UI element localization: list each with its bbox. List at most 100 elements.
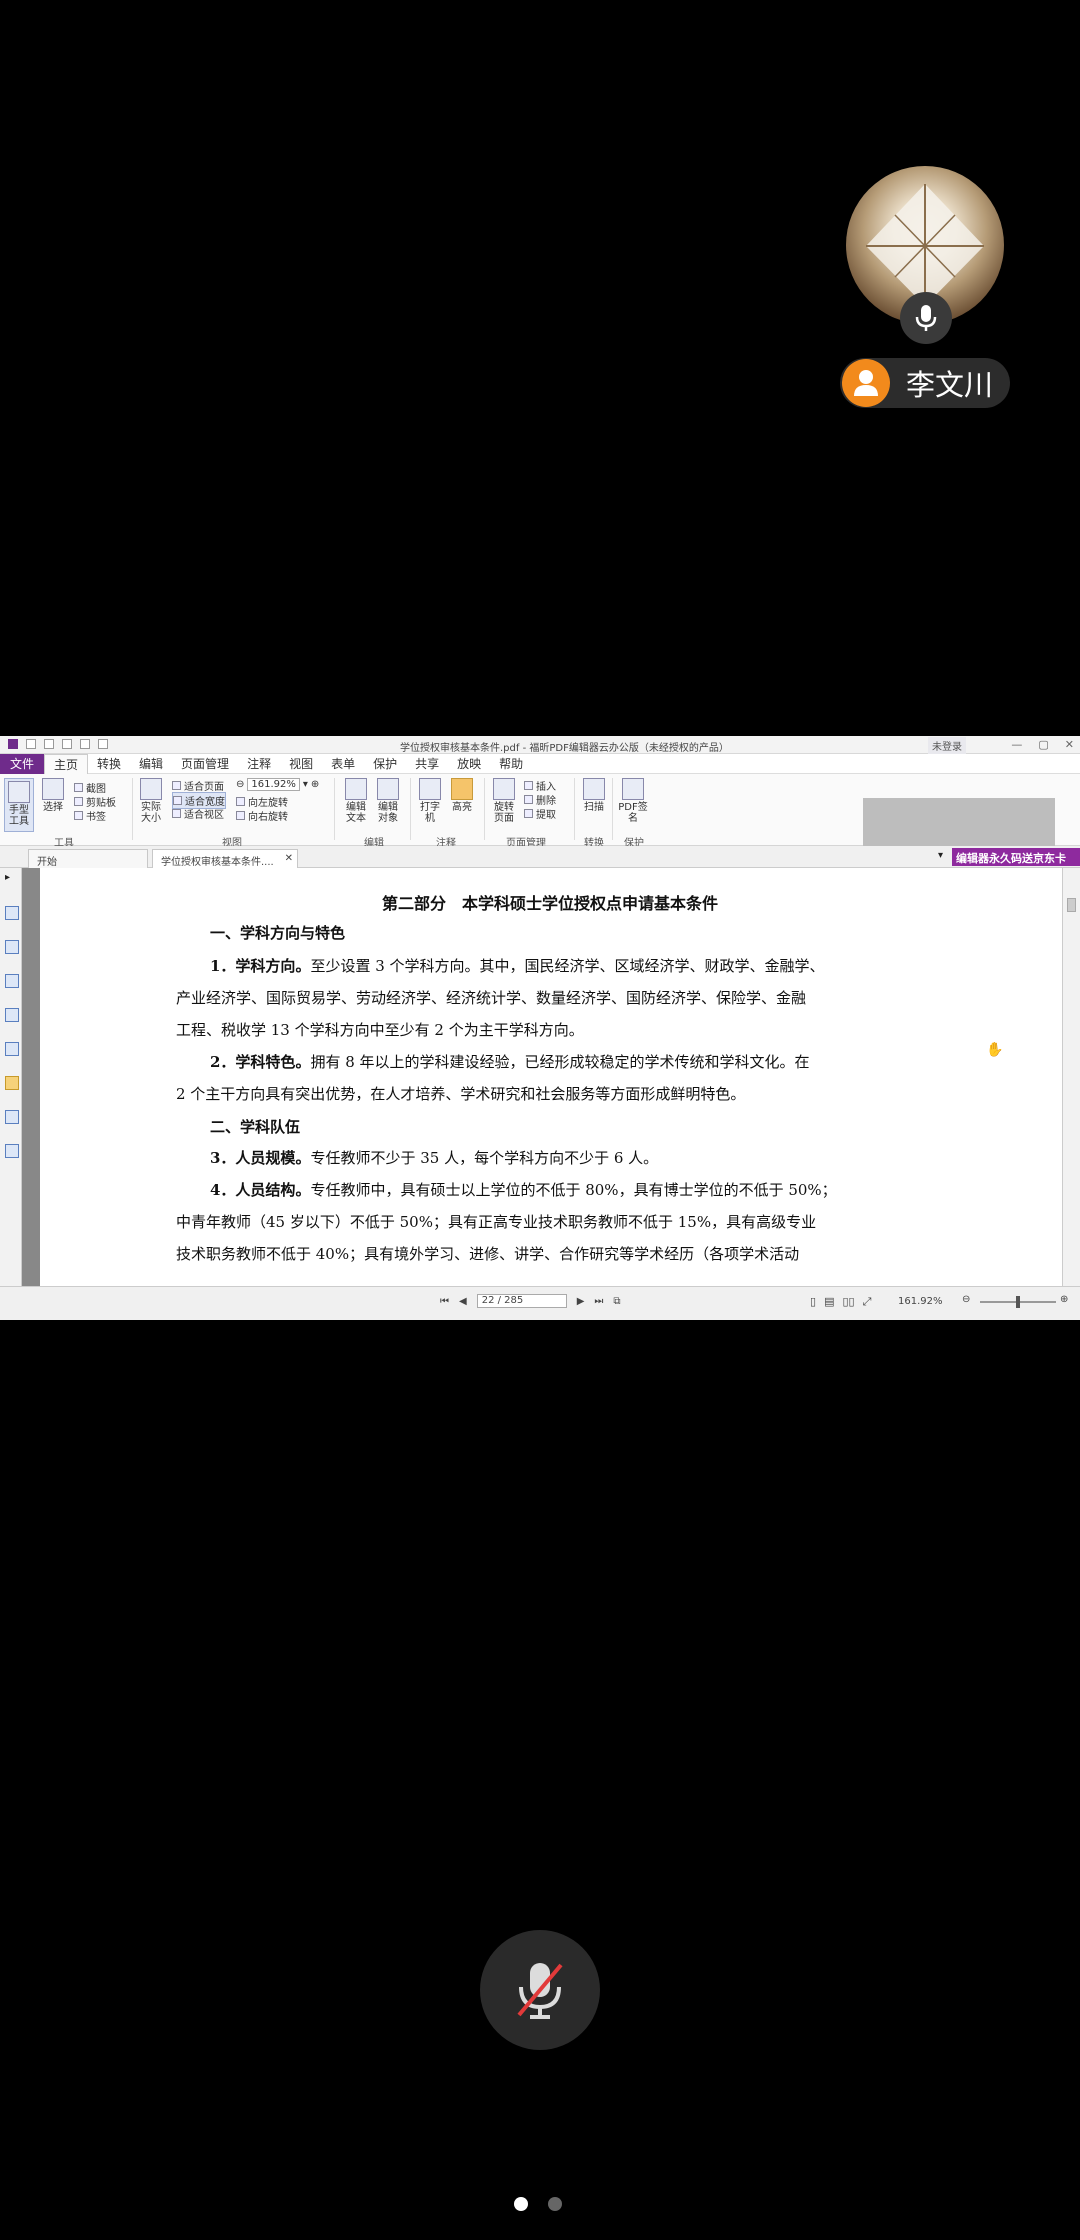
menu-protect[interactable]: 保护 xyxy=(364,755,406,772)
menu-help[interactable]: 帮助 xyxy=(490,755,532,772)
zoom-in-icon[interactable]: ⊕ xyxy=(1060,1294,1068,1305)
bookmark-button[interactable]: 书签 xyxy=(74,808,106,823)
fit-visible-button[interactable]: 适合视区 xyxy=(172,806,224,821)
zoom-slider[interactable] xyxy=(980,1296,1056,1308)
mute-button[interactable] xyxy=(480,1930,600,2050)
menu-home[interactable]: 主页 xyxy=(44,753,89,774)
paragraph-2: 2．学科特色。拥有 8 年以上的学科建设经验，已经形成较稳定的学术传统和学科文化… xyxy=(176,1053,810,1103)
close-icon[interactable]: ✕ xyxy=(1065,738,1074,751)
menu-edit[interactable]: 编辑 xyxy=(130,755,172,772)
extract-button[interactable]: 提取 xyxy=(524,806,556,821)
window-title: 学位授权审核基本条件.pdf - 福昕PDF编辑器云办公版（未经授权的产品） xyxy=(400,743,729,754)
menu-slideshow[interactable]: 放映 xyxy=(448,755,490,772)
last-page-icon[interactable]: ⏭ xyxy=(594,1296,603,1307)
actual-size-button[interactable]: 实际大小 xyxy=(138,778,164,824)
redo-icon[interactable] xyxy=(98,739,108,749)
continuous-page-icon[interactable]: ▤ xyxy=(824,1295,834,1309)
clipboard-button[interactable]: 剪贴板 xyxy=(74,794,116,809)
section-heading: 二、学科队伍 xyxy=(210,1118,301,1136)
fit-icon[interactable]: ⤢ xyxy=(863,1295,872,1309)
zoom-in-icon[interactable]: ⊕ xyxy=(311,779,319,790)
promo-banner[interactable]: 编辑器永久码送京东卡 xyxy=(952,848,1080,866)
edit-object-button[interactable]: 编辑对象 xyxy=(374,778,402,824)
scanner-icon xyxy=(583,778,605,800)
menu-file[interactable]: 文件 xyxy=(0,753,44,774)
content-panel-icon[interactable] xyxy=(5,1110,19,1124)
copy-page-icon[interactable]: ⧉ xyxy=(613,1296,620,1307)
paragraph-3: 3．人员规模。专任教师不少于 35 人，每个学科方向不少于 6 人。 xyxy=(210,1149,659,1167)
scrollbar-thumb[interactable] xyxy=(1067,898,1076,912)
minimize-icon[interactable]: — xyxy=(1011,738,1022,751)
edit-text-button[interactable]: 编辑文本 xyxy=(342,778,370,824)
ribbon-toolbar: 手型工具 选择 截图 剪贴板 书签 工具 实际大小 适合页面 适合宽度 适合视区… xyxy=(0,774,1080,854)
scan-button[interactable]: 扫描 xyxy=(580,778,608,813)
document-title: 第二部分 本学科硕士学位授权点申请基本条件 xyxy=(381,894,718,913)
vertical-scrollbar[interactable] xyxy=(1062,868,1080,1286)
pdf-sign-button[interactable]: PDF签名 xyxy=(618,778,648,824)
section-heading: 一、学科方向与特色 xyxy=(210,924,346,942)
tools-panel-icon[interactable] xyxy=(5,1144,19,1158)
maximize-icon[interactable]: ▢ xyxy=(1038,738,1048,751)
thumbnail-panel-icon[interactable] xyxy=(5,940,19,954)
first-page-icon[interactable]: ⏮ xyxy=(440,1296,449,1307)
menu-convert[interactable]: 转换 xyxy=(88,755,130,772)
select-button[interactable]: 选择 xyxy=(40,778,66,813)
print-icon[interactable] xyxy=(62,739,72,749)
paragraph-label: 3．人员规模。 xyxy=(210,1149,311,1167)
delete-button[interactable]: 删除 xyxy=(524,792,556,807)
bookmark-panel-icon[interactable] xyxy=(5,906,19,920)
prev-page-icon[interactable]: ◀ xyxy=(459,1296,467,1307)
attachment-panel-icon[interactable] xyxy=(5,1042,19,1056)
typewriter-icon xyxy=(419,778,441,800)
pdf-page: 第二部分 本学科硕士学位授权点申请基本条件 一、学科方向与特色 1．学科方向。至… xyxy=(40,868,1060,1286)
menu-view[interactable]: 视图 xyxy=(280,755,322,772)
window-controls: — ▢ ✕ xyxy=(1011,738,1074,751)
rotate-left-button[interactable]: 向左旋转 xyxy=(236,794,288,809)
menu-page-manage[interactable]: 页面管理 xyxy=(172,755,238,772)
ribbon-separator xyxy=(484,778,485,840)
undo-icon[interactable] xyxy=(80,739,90,749)
hand-cursor-icon: ✋ xyxy=(986,1042,1004,1058)
hand-tool-button[interactable]: 手型工具 xyxy=(4,778,34,832)
close-tab-icon[interactable]: ✕ xyxy=(285,853,293,864)
save-icon[interactable] xyxy=(44,739,54,749)
zoom-out-icon[interactable]: ⊖ xyxy=(962,1294,970,1305)
menu-share[interactable]: 共享 xyxy=(406,755,448,772)
menu-form[interactable]: 表单 xyxy=(322,755,364,772)
delete-icon xyxy=(524,795,533,804)
page-dot-active[interactable] xyxy=(514,2197,528,2211)
expand-panel-icon[interactable]: ▸ xyxy=(5,872,19,886)
lock-icon[interactable] xyxy=(5,1076,19,1090)
zoom-level: 161.92% xyxy=(898,1296,943,1307)
insert-icon xyxy=(524,781,533,790)
insert-button[interactable]: 插入 xyxy=(524,778,556,793)
zoom-out-icon[interactable]: ⊖ xyxy=(236,779,244,790)
open-icon[interactable] xyxy=(26,739,36,749)
menu-comment[interactable]: 注释 xyxy=(238,755,280,772)
layers-panel-icon[interactable] xyxy=(5,974,19,988)
page-dot[interactable] xyxy=(548,2197,562,2211)
facing-page-icon[interactable]: ▯▯ xyxy=(842,1295,854,1309)
chevron-down-icon[interactable]: ▾ xyxy=(938,850,943,861)
tab-current-document[interactable]: 学位授权审核基本条件.... ✕ xyxy=(152,849,298,868)
rotate-page-button[interactable]: 旋转页面 xyxy=(490,778,518,824)
snapshot-button[interactable]: 截图 xyxy=(74,780,106,795)
paragraph-label: 1．学科方向。 xyxy=(210,957,311,975)
chevron-down-icon[interactable]: ▾ xyxy=(303,779,308,790)
single-page-icon[interactable]: ▯ xyxy=(810,1295,816,1309)
page-number-input[interactable]: 22 / 285 xyxy=(476,1294,567,1308)
highlight-button[interactable]: 高亮 xyxy=(448,778,476,813)
mic-off-icon xyxy=(517,1963,563,2019)
tab-start[interactable]: 开始 xyxy=(28,849,148,868)
fit-visible-icon xyxy=(172,809,181,818)
fit-page-button[interactable]: 适合页面 xyxy=(172,778,224,793)
login-button[interactable]: 未登录 xyxy=(928,737,966,754)
paragraph-4: 4．人员结构。专任教师中，具有硕士以上学位的不低于 80%，具有博士学位的不低于… xyxy=(176,1181,837,1263)
rotate-right-button[interactable]: 向右旋转 xyxy=(236,808,288,823)
zoom-slider-handle[interactable] xyxy=(1016,1296,1020,1308)
typewriter-button[interactable]: 打字机 xyxy=(416,778,444,824)
zoom-select[interactable]: 161.92% xyxy=(247,778,300,791)
comments-panel-icon[interactable] xyxy=(5,1008,19,1022)
fit-page-icon xyxy=(172,781,181,790)
next-page-icon[interactable]: ▶ xyxy=(577,1296,585,1307)
